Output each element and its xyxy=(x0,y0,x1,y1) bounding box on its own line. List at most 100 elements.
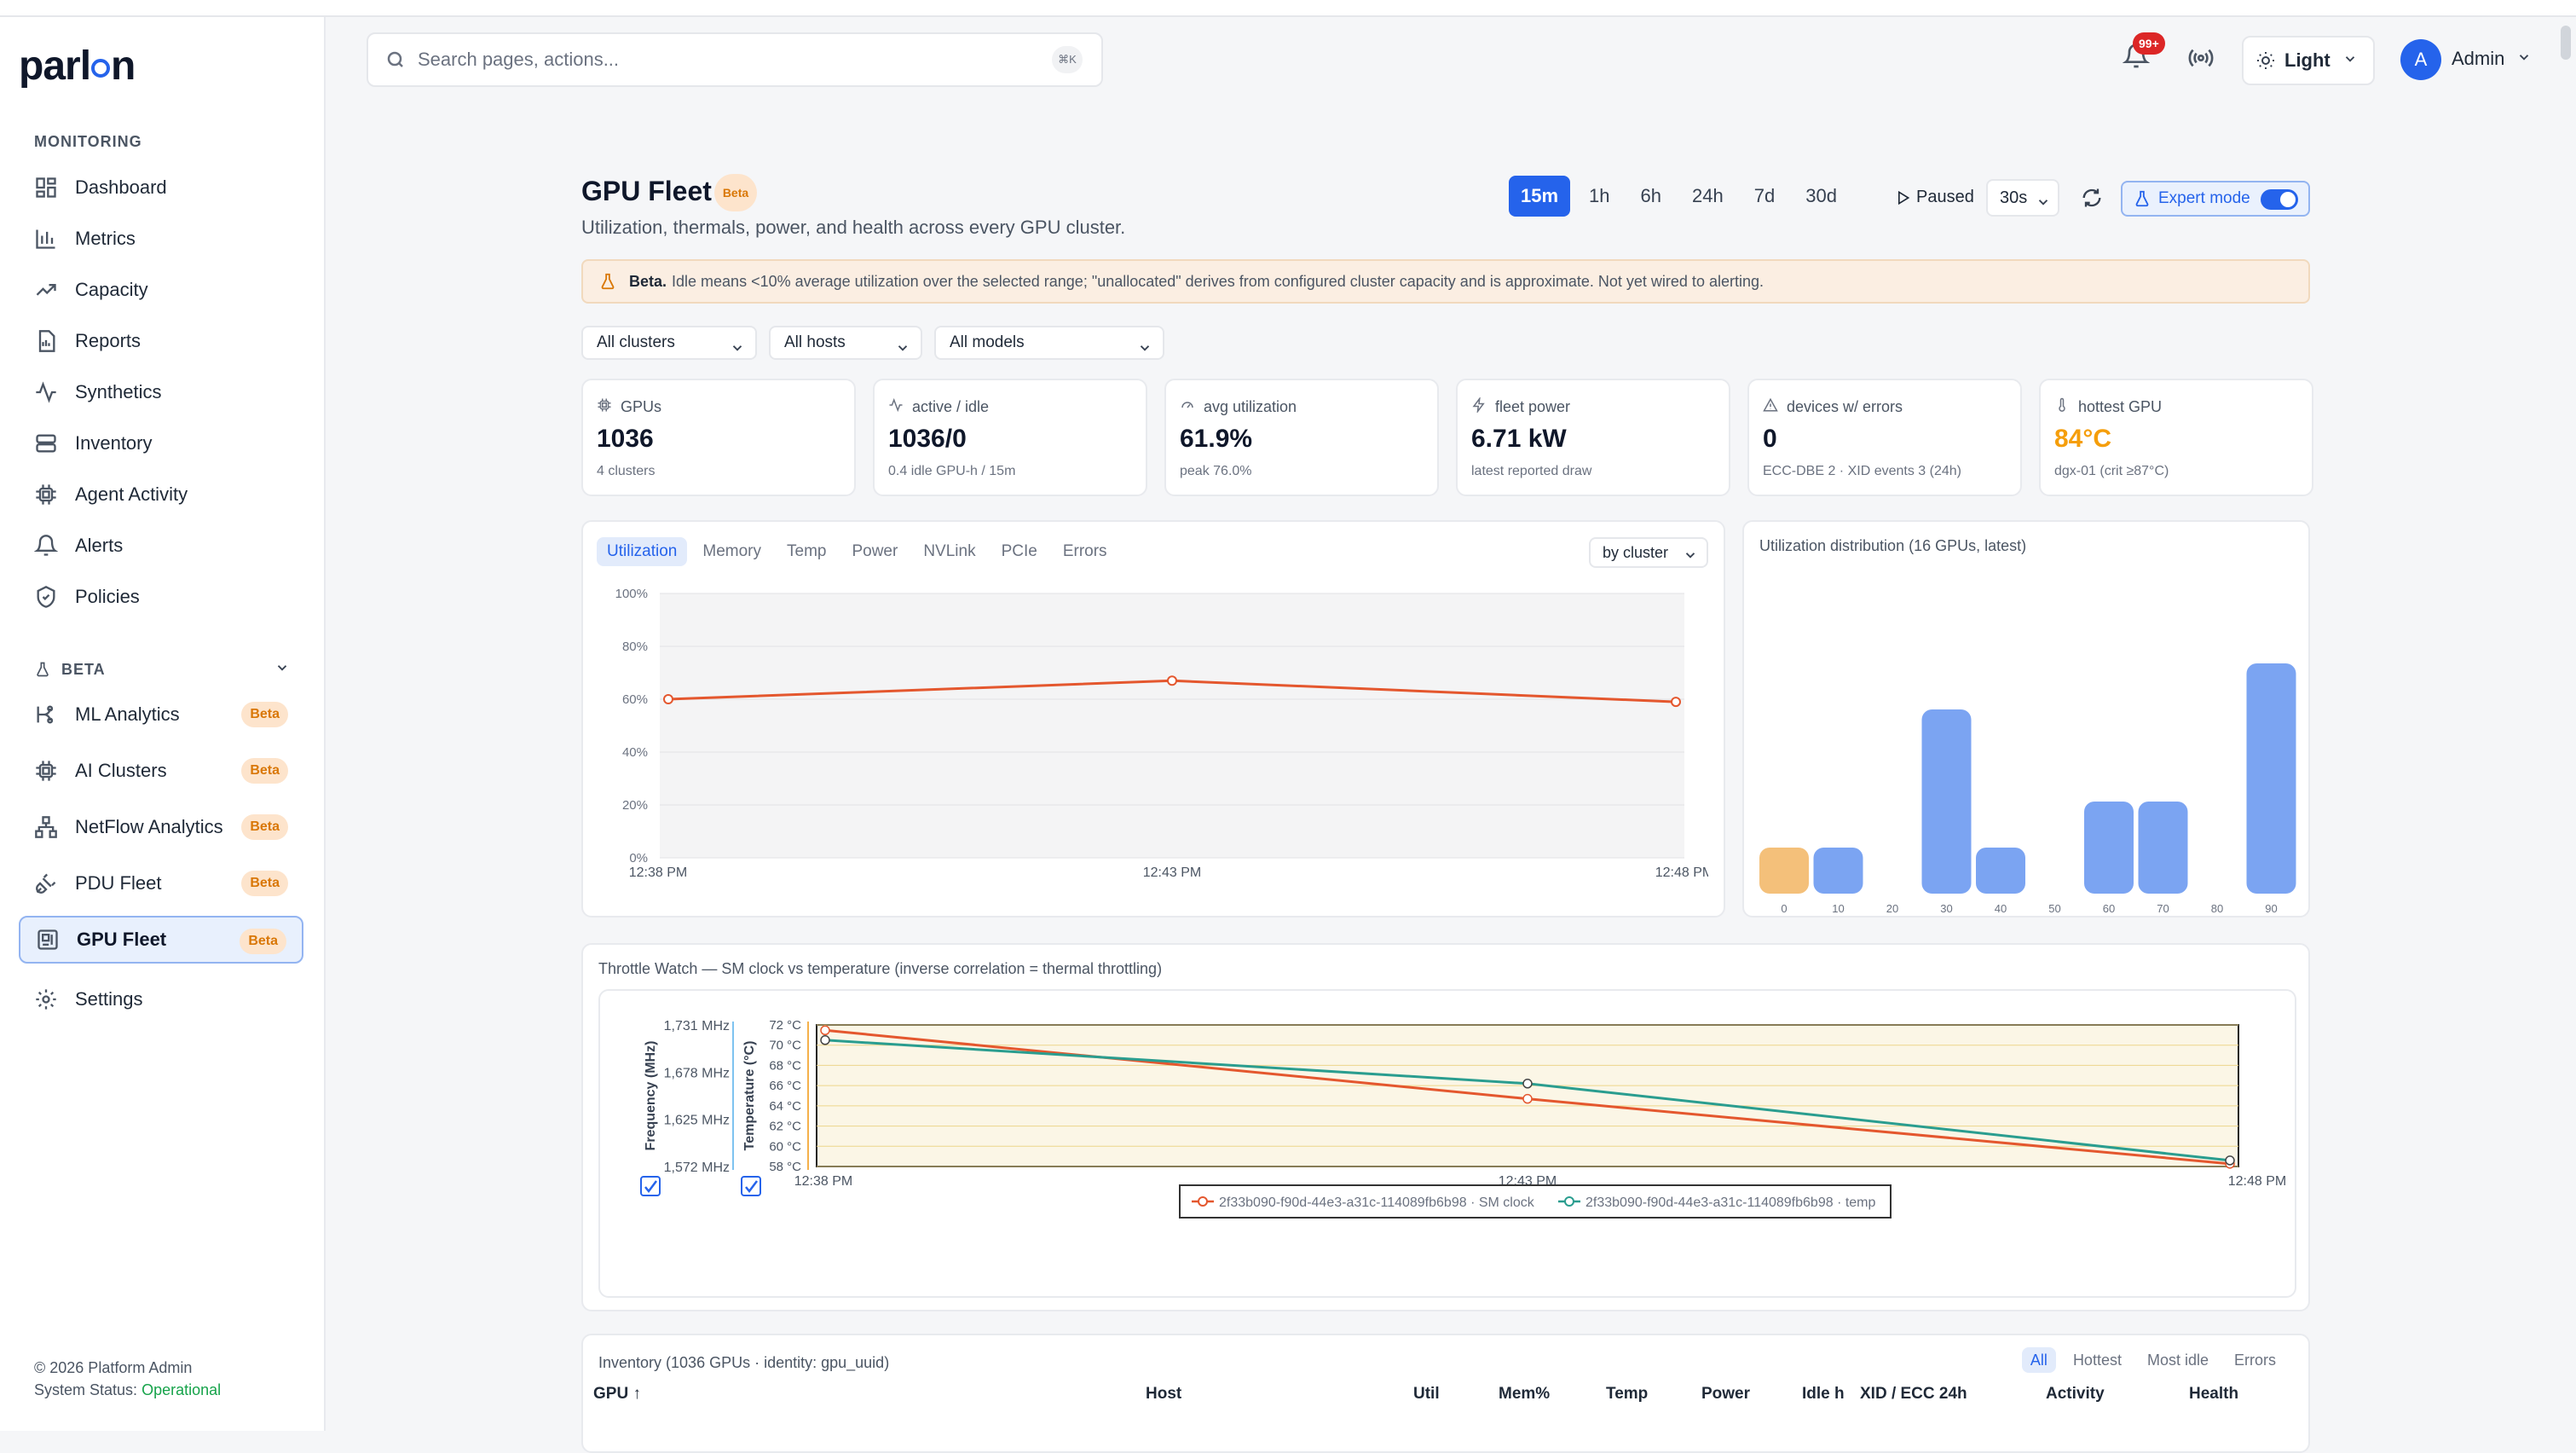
sidebar-item-capacity[interactable]: Capacity xyxy=(19,266,303,314)
sidebar-item-ml-analytics[interactable]: ML Analytics Beta xyxy=(19,691,303,738)
theme-select[interactable]: Light xyxy=(2242,36,2375,85)
data-point[interactable] xyxy=(820,1035,830,1045)
kpi-value: 1036 xyxy=(597,425,654,453)
range-6h[interactable]: 6h xyxy=(1629,176,1673,217)
sidebar-item-dashboard[interactable]: Dashboard xyxy=(19,164,303,211)
sidebar-item-label: Alerts xyxy=(75,535,124,556)
ml-icon xyxy=(34,703,58,726)
host-filter-select[interactable]: All hosts xyxy=(769,326,922,360)
pulse-icon xyxy=(888,397,912,417)
y2-toggle-checkbox[interactable] xyxy=(741,1176,761,1196)
range-1h[interactable]: 1h xyxy=(1577,176,1621,217)
tab-power[interactable]: Power xyxy=(841,537,908,566)
refresh-button[interactable] xyxy=(2080,186,2104,214)
kpi-label: devices w/ errors xyxy=(1763,397,1903,417)
sidebar-item-settings[interactable]: Settings xyxy=(19,975,303,1023)
data-point[interactable] xyxy=(663,694,673,704)
model-filter-select[interactable]: All models xyxy=(934,326,1164,360)
range-15m[interactable]: 15m xyxy=(1509,176,1571,217)
histogram-bar[interactable] xyxy=(1813,848,1863,894)
page-scrollbar[interactable] xyxy=(2561,26,2571,60)
legend-marker xyxy=(1198,1196,1208,1207)
throttle-watch-panel: Throttle Watch — SM clock vs temperature… xyxy=(581,943,2310,1311)
tab-nvlink[interactable]: NVLink xyxy=(913,537,985,566)
data-point[interactable] xyxy=(1671,697,1681,708)
sidebar-item-inventory[interactable]: Inventory xyxy=(19,420,303,467)
search-shortcut-badge: ⌘K xyxy=(1052,46,1083,73)
histogram-bar[interactable] xyxy=(2084,802,2134,894)
column-header[interactable]: Host xyxy=(1146,1385,1181,1404)
legend-item[interactable]: 2f33b090-f90d-44e3-a31c-114089fb6b98 · S… xyxy=(1219,1195,1535,1210)
sidebar-item-ai-clusters[interactable]: AI Clusters Beta xyxy=(19,747,303,795)
histogram-bar[interactable] xyxy=(1976,848,2025,894)
tab-utilization[interactable]: Utilization xyxy=(597,537,688,566)
range-30d[interactable]: 30d xyxy=(1793,176,1849,217)
column-header[interactable]: GPU ↑ xyxy=(593,1385,641,1404)
histogram-bar[interactable] xyxy=(2246,663,2296,894)
column-header[interactable]: XID / ECC 24h xyxy=(1860,1385,1967,1404)
sidebar-item-pdu-fleet[interactable]: PDU Fleet Beta xyxy=(19,860,303,907)
expert-mode-switch[interactable] xyxy=(2261,189,2298,210)
data-point[interactable] xyxy=(1167,675,1177,686)
sidebar-item-reports[interactable]: Reports xyxy=(19,317,303,365)
inventory-tab-errors[interactable]: Errors xyxy=(2226,1347,2284,1373)
range-24h[interactable]: 24h xyxy=(1680,176,1736,217)
data-point[interactable] xyxy=(1522,1093,1533,1104)
plug-icon xyxy=(34,871,58,895)
user-menu-label[interactable]: Admin xyxy=(2452,48,2504,70)
refresh-icon xyxy=(2082,188,2101,207)
search-input[interactable]: Search pages, actions... ⌘K xyxy=(367,32,1103,87)
kpi-value: 1036/0 xyxy=(888,425,967,453)
column-header[interactable]: Temp xyxy=(1606,1385,1648,1404)
cluster-filter-select[interactable]: All clusters xyxy=(581,326,757,360)
group-by-select[interactable]: by cluster xyxy=(1589,537,1708,568)
column-header[interactable]: Power xyxy=(1701,1385,1750,1404)
tab-memory[interactable]: Memory xyxy=(692,537,771,566)
tab-temp[interactable]: Temp xyxy=(777,537,836,566)
refresh-interval-select[interactable]: 30s xyxy=(1986,179,2059,217)
beta-badge: Beta xyxy=(241,702,288,727)
range-7d[interactable]: 7d xyxy=(1742,176,1787,217)
inventory-tab-most-idle[interactable]: Most idle xyxy=(2139,1347,2217,1373)
chevron-down-icon[interactable] xyxy=(2516,49,2532,69)
sidebar-item-metrics[interactable]: Metrics xyxy=(19,215,303,263)
tab-errors[interactable]: Errors xyxy=(1053,537,1118,566)
column-header[interactable]: Activity xyxy=(2046,1385,2105,1404)
kpi-subtext: 4 clusters xyxy=(597,464,656,478)
chevron-down-icon xyxy=(1683,544,1698,571)
data-point[interactable] xyxy=(2225,1155,2235,1166)
sidebar-item-policies[interactable]: Policies xyxy=(19,573,303,621)
y-tick-label: 60% xyxy=(622,692,648,707)
column-header[interactable]: Health xyxy=(2189,1385,2238,1404)
histogram-bar[interactable] xyxy=(1921,709,1972,894)
data-point[interactable] xyxy=(1522,1079,1533,1089)
histogram-bar[interactable] xyxy=(2138,802,2188,894)
avatar[interactable]: A xyxy=(2400,39,2441,80)
sidebar-item-synthetics[interactable]: Synthetics xyxy=(19,368,303,416)
column-header[interactable]: Util xyxy=(1413,1385,1440,1404)
sidebar-item-gpu-fleet[interactable]: GPU Fleet Beta xyxy=(19,916,303,964)
pause-button[interactable]: Paused xyxy=(1894,188,1974,207)
y1-toggle-checkbox[interactable] xyxy=(640,1176,661,1196)
column-header[interactable]: Mem% xyxy=(1499,1385,1550,1404)
data-point[interactable] xyxy=(820,1025,830,1036)
tab-pcie[interactable]: PCIe xyxy=(991,537,1048,566)
beta-section-toggle[interactable]: BETA xyxy=(34,657,290,682)
notifications-button[interactable]: 99+ xyxy=(2122,32,2165,77)
sidebar-item-label: NetFlow Analytics xyxy=(75,816,223,837)
legend-item[interactable]: 2f33b090-f90d-44e3-a31c-114089fb6b98 · t… xyxy=(1585,1195,1876,1210)
expert-mode-toggle[interactable]: Expert mode xyxy=(2121,181,2310,217)
column-header[interactable]: Idle h xyxy=(1802,1385,1845,1404)
sidebar-item-alerts[interactable]: Alerts xyxy=(19,522,303,570)
inventory-tab-hottest[interactable]: Hottest xyxy=(2065,1347,2130,1373)
broadcast-icon xyxy=(2188,49,2214,67)
inventory-tab-all[interactable]: All xyxy=(2021,1347,2056,1373)
sidebar-item-netflow-analytics[interactable]: NetFlow Analytics Beta xyxy=(19,803,303,851)
page-title: GPU Fleet xyxy=(581,176,712,206)
logo[interactable]: parl n xyxy=(19,43,136,90)
kpi-card-avg-utilization: avg utilization 61.9% peak 76.0% xyxy=(1164,379,1439,496)
live-status-button[interactable] xyxy=(2187,44,2215,72)
histogram-bar[interactable] xyxy=(1759,848,1809,894)
sidebar-item-agent-activity[interactable]: Agent Activity xyxy=(19,471,303,518)
kpi-label-text: hottest GPU xyxy=(2078,398,2163,415)
